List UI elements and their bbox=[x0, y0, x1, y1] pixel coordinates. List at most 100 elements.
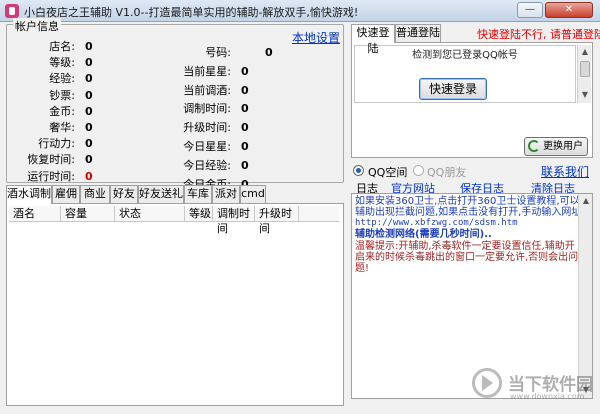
left-fields-row: 恢复时间: 0 bbox=[7, 151, 93, 167]
left-fields-value: 0 bbox=[85, 169, 93, 183]
left-fields-row: 店名: 0 bbox=[7, 38, 93, 54]
log-line: 辅助出现拦截问题,如果点击没有打开,手动输入网址: bbox=[355, 207, 585, 218]
left-fields-label: 恢复时间: bbox=[27, 153, 75, 167]
title-bar[interactable]: 小白夜店之王辅助 V1.0--打造最简单实用的辅助-解放双手,愉快游戏! — ✕ bbox=[0, 0, 600, 22]
switch-user-button[interactable]: 更换用户 bbox=[524, 137, 588, 156]
left-fields-label: 行动力: bbox=[38, 137, 75, 151]
right-fields-value: 0 bbox=[241, 83, 249, 97]
left-fields-label: 钞票: bbox=[49, 88, 75, 102]
login-tab-1[interactable]: 普通登陆 bbox=[395, 24, 441, 42]
column-header[interactable]: 酒名 bbox=[9, 206, 61, 222]
log-scroll-up-icon[interactable]: ▲ bbox=[580, 195, 592, 207]
account-info-group: 帐户信息 本地设置 店名: 0 等级: 0 经验: 0 钞票: 0 金币: 0 奢华: 0 行动力: 0 恢… bbox=[6, 18, 344, 191]
login-tab-strip: 快速登陆 普通登陆 bbox=[351, 24, 451, 55]
left-fields-label: 店名: bbox=[49, 40, 75, 53]
contact-us-link[interactable]: 联系我们 bbox=[541, 163, 589, 180]
main-tab-strip: 酒水调制 雇佣 商业 好友 好友送礼 车库 派对 cmd bbox=[6, 185, 344, 204]
column-header[interactable]: 调制时间 bbox=[213, 206, 255, 235]
column-header-filler bbox=[299, 206, 339, 222]
left-fields-value: 0 bbox=[85, 137, 93, 151]
quick-login-button[interactable]: 快速登录 bbox=[419, 78, 487, 100]
left-fields-row: 奢华: 0 bbox=[7, 119, 93, 135]
column-header[interactable]: 等级 bbox=[185, 206, 213, 222]
watermark-url: www.downxia.com bbox=[510, 392, 585, 401]
right-fields-row: 号码: 0 bbox=[165, 44, 273, 60]
column-header[interactable]: 状态 bbox=[115, 206, 185, 222]
login-tab-0[interactable]: 快速登陆 bbox=[351, 24, 395, 55]
qq-friend-radio[interactable] bbox=[413, 165, 424, 176]
left-fields-row: 等级: 0 bbox=[7, 54, 93, 70]
tab-0[interactable]: 酒水调制 bbox=[6, 185, 52, 204]
right-fields-label: 升级时间: bbox=[183, 121, 231, 135]
left-fields-label: 等级: bbox=[49, 56, 75, 70]
scroll-thumb[interactable] bbox=[580, 61, 590, 77]
right-fields-row: 当前调酒: 0 bbox=[165, 82, 249, 98]
right-fields-value: 0 bbox=[265, 46, 273, 59]
switch-user-label: 更换用户 bbox=[543, 141, 583, 152]
scroll-up-icon[interactable]: ▲ bbox=[579, 46, 591, 58]
refresh-user-icon bbox=[528, 140, 540, 152]
drink-table: 酒名 容量 状态 等级 调制时间 升级时间 bbox=[6, 203, 344, 406]
left-fields-value: 0 bbox=[85, 121, 93, 134]
right-fields-value: 0 bbox=[241, 158, 249, 172]
left-fields-label: 经验: bbox=[49, 72, 75, 86]
play-logo-icon bbox=[472, 368, 502, 398]
right-fields-row: 当前星星: 0 bbox=[165, 63, 248, 79]
qq-friend-label[interactable]: QQ朋友 bbox=[427, 164, 466, 180]
right-fields-label: 调制时间: bbox=[183, 102, 231, 116]
right-fields-label: 号码: bbox=[205, 46, 231, 59]
close-button[interactable]: ✕ bbox=[545, 2, 593, 18]
tab-5[interactable]: 车库 bbox=[184, 185, 212, 203]
left-fields-row: 金币: 0 bbox=[7, 103, 93, 119]
left-fields-value: 0 bbox=[85, 104, 93, 118]
right-fields-label: 当前星星: bbox=[183, 64, 231, 78]
left-fields-label: 运行时间: bbox=[27, 169, 75, 183]
table-header: 酒名 容量 状态 等级 调制时间 升级时间 bbox=[9, 206, 339, 235]
tab-6[interactable]: 派对 bbox=[212, 185, 240, 203]
watermark: 当下软件园 www.downxia.com bbox=[466, 368, 596, 408]
login-notice: 快速登陆不行, 请普通登陆 bbox=[477, 28, 600, 41]
account-list-scrollbar[interactable]: ▲ ▼ bbox=[577, 45, 591, 103]
left-fields-row: 经验: 0 bbox=[7, 70, 93, 86]
right-fields-value: 0 bbox=[241, 102, 249, 116]
right-fields-label: 今日经验: bbox=[183, 158, 231, 172]
left-fields-label: 金币: bbox=[49, 104, 75, 118]
right-fields-label: 今日星星: bbox=[183, 140, 231, 153]
qq-zone-label[interactable]: QQ空间 bbox=[368, 164, 407, 180]
column-header[interactable]: 容量 bbox=[61, 206, 115, 222]
right-fields-value: 0 bbox=[241, 140, 249, 153]
log-line: 辅助检测网络(需要几秒时间).. bbox=[355, 229, 492, 240]
left-fields-value: 0 bbox=[85, 88, 93, 102]
minimize-button[interactable]: — bbox=[517, 2, 543, 18]
scroll-down-icon[interactable]: ▼ bbox=[579, 89, 591, 101]
left-fields-value: 0 bbox=[85, 40, 93, 53]
log-line: 题! bbox=[355, 263, 370, 274]
right-fields-row: 升级时间: 0 bbox=[165, 119, 249, 135]
left-fields-value: 0 bbox=[85, 56, 93, 70]
column-header[interactable]: 升级时间 bbox=[255, 206, 299, 235]
tab-2[interactable]: 商业 bbox=[80, 185, 110, 203]
left-fields-value: 0 bbox=[85, 153, 93, 167]
left-fields-row: 运行时间: 0 bbox=[7, 168, 93, 184]
account-list-box[interactable]: 检测到您已登录QQ帐号 快速登录 bbox=[354, 45, 576, 103]
log-line: http://www.xbfzwg.com/sdsm.htm bbox=[355, 218, 518, 228]
tab-3[interactable]: 好友 bbox=[110, 185, 138, 203]
log-line: 启来的时候杀毒跳出的窗口一定要允许,否则会出问 bbox=[355, 252, 579, 263]
tab-7[interactable]: cmd bbox=[240, 185, 266, 203]
right-fields-value: 0 bbox=[241, 121, 249, 135]
qq-zone-radio[interactable] bbox=[353, 165, 364, 176]
account-info-title: 帐户信息 bbox=[13, 18, 61, 34]
left-fields-value: 0 bbox=[85, 72, 93, 86]
detected-account-text: 检测到您已登录QQ帐号 bbox=[412, 50, 518, 61]
right-fields-row: 今日经验: 0 bbox=[165, 157, 249, 173]
left-fields-row: 钞票: 0 bbox=[7, 87, 93, 103]
window-title: 小白夜店之王辅助 V1.0--打造最简单实用的辅助-解放双手,愉快游戏! bbox=[24, 6, 359, 19]
right-fields-row: 调制时间: 0 bbox=[165, 100, 249, 116]
log-line: 如果安装360卫士,点击打开360卫士设置教程,可以解决 bbox=[355, 196, 593, 207]
tab-1[interactable]: 雇佣 bbox=[52, 185, 80, 203]
right-fields-row: 今日星星: 0 bbox=[165, 138, 249, 154]
local-settings-link[interactable]: 本地设置 bbox=[292, 29, 340, 46]
right-fields-label: 当前调酒: bbox=[183, 83, 231, 97]
app-icon bbox=[5, 4, 19, 18]
tab-4[interactable]: 好友送礼 bbox=[138, 185, 184, 203]
